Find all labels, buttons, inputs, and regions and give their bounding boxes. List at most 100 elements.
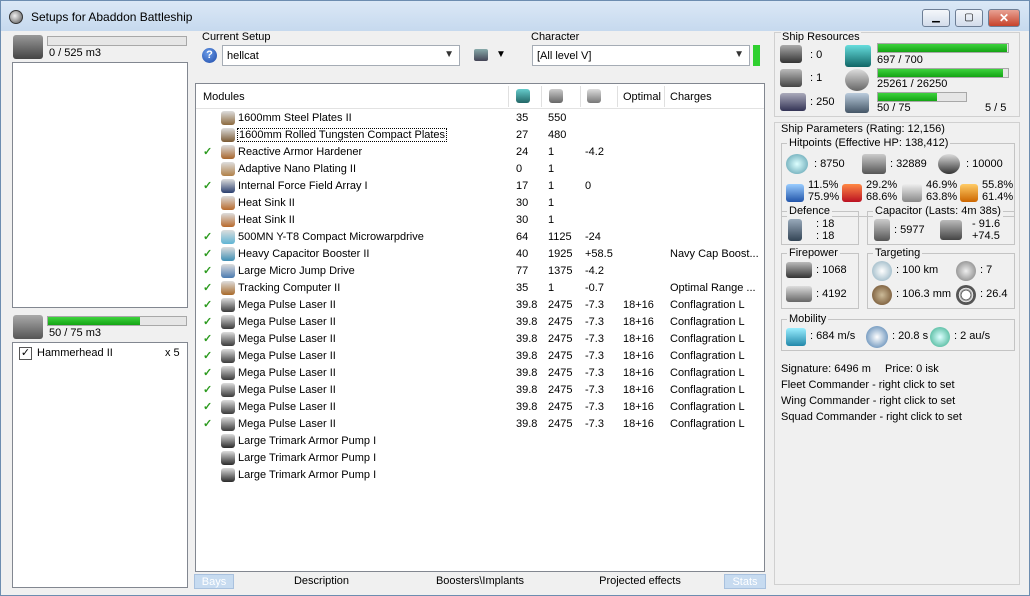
sensor-strength: : 26.4	[980, 288, 1008, 300]
module-cap: -0.7	[585, 282, 604, 294]
active-checkmark-icon[interactable]: ✓	[203, 349, 212, 362]
active-checkmark-icon[interactable]: ✓	[203, 315, 212, 328]
module-row[interactable]: Heat Sink II 30 1	[196, 195, 762, 212]
fleet-commander[interactable]: Fleet Commander - right click to set	[781, 379, 955, 391]
character-label: Character	[531, 31, 580, 43]
module-pg: 1	[548, 214, 555, 226]
module-cpu: 30	[516, 214, 529, 226]
tab-boosters-implants[interactable]: Boosters\Implants	[430, 574, 530, 589]
module-charges: Conflagration L	[670, 333, 745, 345]
active-checkmark-icon[interactable]: ✓	[203, 264, 212, 277]
module-cpu: 39.8	[516, 299, 538, 311]
module-pg: 1125	[548, 231, 572, 243]
tab-bays[interactable]: Bays	[194, 574, 234, 589]
firepower-group: Firepower : 1068 : 4192	[781, 247, 859, 309]
module-name: Tracking Computer II	[238, 282, 341, 294]
scan-resolution: : 106.3 mm	[896, 288, 952, 300]
optimal-column-header[interactable]: Optimal	[623, 91, 661, 103]
cargo-list[interactable]	[12, 62, 188, 308]
module-row[interactable]: Large Trimark Armor Pump I	[196, 433, 762, 450]
tab-description[interactable]: Description	[284, 574, 359, 589]
module-row[interactable]: ✓ Mega Pulse Laser II 39.8 2475 -7.3 18+16 Con…	[196, 331, 762, 348]
module-row[interactable]: ✓ Tracking Computer II 35 1 -0.7 Optimal Rang…	[196, 280, 762, 297]
explosive-armor-resist: 61.4%	[982, 191, 1014, 203]
active-checkmark-icon[interactable]: ✓	[203, 332, 212, 345]
module-cpu: 39.8	[516, 367, 538, 379]
active-checkmark-icon[interactable]: ✓	[203, 400, 212, 413]
modules-column-header[interactable]: Modules	[203, 91, 245, 103]
maximize-button[interactable]: ▢	[955, 9, 983, 27]
module-icon	[221, 434, 235, 448]
targeting-group: Targeting : 100 km : 7 : 106.3 mm : 26.4	[867, 247, 1015, 309]
module-row[interactable]: 1600mm Rolled Tungsten Compact Plates 27 4…	[196, 127, 762, 144]
module-charges: Conflagration L	[670, 418, 745, 430]
cargo-bar	[47, 36, 187, 46]
module-row[interactable]: ✓ Mega Pulse Laser II 39.8 2475 -7.3 18+16 Con…	[196, 416, 762, 433]
active-checkmark-icon[interactable]: ✓	[203, 247, 212, 260]
active-checkmark-icon[interactable]: ✓	[203, 298, 212, 311]
charges-column-header[interactable]: Charges	[670, 91, 712, 103]
module-row[interactable]: Heat Sink II 30 1	[196, 212, 762, 229]
module-row[interactable]: ✓ Mega Pulse Laser II 39.8 2475 -7.3 18+16 Con…	[196, 382, 762, 399]
setup-tools-button[interactable]: ▼	[470, 45, 510, 66]
drone-checkbox[interactable]: ✓	[19, 347, 32, 360]
module-row[interactable]: ✓ Mega Pulse Laser II 39.8 2475 -7.3 18+16 Con…	[196, 365, 762, 382]
drone-item[interactable]: ✓ Hammerhead II x 5	[13, 345, 187, 362]
module-charges: Conflagration L	[670, 367, 745, 379]
drone-list[interactable]: ✓ Hammerhead II x 5	[12, 342, 188, 588]
module-pg: 2475	[548, 384, 573, 396]
active-checkmark-icon[interactable]: ✓	[203, 417, 212, 430]
mobility-group: Mobility : 684 m/s : 20.8 s : 2 au/s	[781, 313, 1015, 351]
module-row[interactable]: ✓ Large Micro Jump Drive 77 1375 -4.2	[196, 263, 762, 280]
ship-resources-group: Ship Resources : 0 : 1 : 250 697 / 700 2…	[774, 31, 1020, 117]
module-row[interactable]: 1600mm Steel Plates II 35 550	[196, 110, 762, 127]
active-checkmark-icon[interactable]: ✓	[203, 281, 212, 294]
module-icon	[221, 349, 235, 363]
module-row[interactable]: ✓ Mega Pulse Laser II 39.8 2475 -7.3 18+16 Con…	[196, 314, 762, 331]
module-cap: -24	[585, 231, 601, 243]
capacitor-column-icon[interactable]	[587, 89, 601, 103]
module-row[interactable]: ✓ Internal Force Field Array I 17 1 0	[196, 178, 762, 195]
module-charges: Conflagration L	[670, 350, 745, 362]
module-pg: 2475	[548, 418, 573, 430]
module-row[interactable]: Adaptive Nano Plating II 0 1	[196, 161, 762, 178]
help-icon[interactable]: ?	[202, 48, 217, 63]
active-checkmark-icon[interactable]: ✓	[203, 230, 212, 243]
module-row[interactable]: Large Trimark Armor Pump I	[196, 467, 762, 484]
module-row[interactable]: Large Trimark Armor Pump I	[196, 450, 762, 467]
active-checkmark-icon[interactable]: ✓	[203, 366, 212, 379]
targeting-range: : 100 km	[896, 264, 939, 276]
module-name: Mega Pulse Laser II	[238, 401, 336, 413]
module-row[interactable]: ✓ Mega Pulse Laser II 39.8 2475 -7.3 18+16 Con…	[196, 399, 762, 416]
module-row[interactable]: ✓ Reactive Armor Hardener 24 1 -4.2	[196, 144, 762, 161]
module-pg: 1925	[548, 248, 573, 260]
active-checkmark-icon[interactable]: ✓	[203, 145, 212, 158]
module-name: Heavy Capacitor Booster II	[238, 248, 370, 260]
wing-commander[interactable]: Wing Commander - right click to set	[781, 395, 955, 407]
thermal-armor-resist: 68.6%	[866, 191, 898, 203]
cpu-column-icon[interactable]	[516, 89, 530, 103]
module-optimal: 18+16	[623, 384, 654, 396]
minimize-button[interactable]: ▁	[922, 9, 950, 27]
module-row[interactable]: ✓ 500MN Y-T8 Compact Microwarpdrive 64 1125…	[196, 229, 762, 246]
module-name: Adaptive Nano Plating II	[238, 163, 357, 175]
tab-projected-effects[interactable]: Projected effects	[590, 574, 690, 589]
tab-stats[interactable]: Stats	[724, 574, 766, 589]
squad-commander[interactable]: Squad Commander - right click to set	[781, 411, 962, 423]
powergrid-column-icon[interactable]	[549, 89, 563, 103]
module-cap: 0	[585, 180, 592, 192]
active-checkmark-icon[interactable]: ✓	[203, 383, 212, 396]
module-row[interactable]: ✓ Mega Pulse Laser II 39.8 2475 -7.3 18+16 Con…	[196, 297, 762, 314]
defence-icon	[788, 219, 802, 241]
setup-select[interactable]: hellcat ▼	[222, 45, 460, 66]
drone-bay-icon	[13, 315, 43, 339]
module-row[interactable]: ✓ Heavy Capacitor Booster II 40 1925 +58.5 Na…	[196, 246, 762, 263]
firepower-title: Firepower	[787, 247, 840, 259]
module-optimal: 18+16	[623, 316, 654, 328]
module-cap: -4.2	[585, 265, 604, 277]
module-row[interactable]: ✓ Mega Pulse Laser II 39.8 2475 -7.3 18+16 Con…	[196, 348, 762, 365]
character-select[interactable]: [All level V] ▼	[532, 45, 750, 66]
close-button[interactable]: ✕	[988, 9, 1020, 27]
active-checkmark-icon[interactable]: ✓	[203, 179, 212, 192]
character-select-value: [All level V]	[537, 50, 592, 62]
